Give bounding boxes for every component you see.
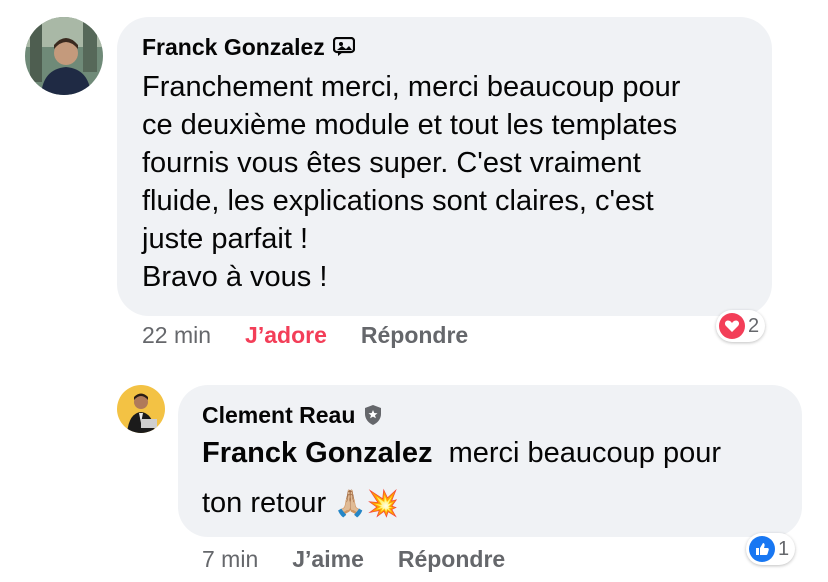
heart-icon bbox=[719, 313, 745, 339]
avatar-clement[interactable] bbox=[117, 385, 165, 433]
reply-author-row: Clement Reau bbox=[202, 401, 780, 429]
avatar-franck-photo bbox=[25, 17, 103, 95]
comment-author-name[interactable]: Franck Gonzalez bbox=[142, 33, 325, 61]
like-button[interactable]: J’aime bbox=[292, 546, 364, 573]
reply-time[interactable]: 7 min bbox=[202, 546, 258, 573]
reply-text-line2: ton retour 🙏🏼💥 bbox=[202, 484, 780, 522]
reply-text-line1: Franck Gonzalez merci beaucoup pour bbox=[202, 434, 780, 472]
comment-author-row: Franck Gonzalez bbox=[142, 33, 748, 61]
comment-actions: 22 min J’adore Répondre bbox=[142, 322, 468, 349]
reply-emojis: 🙏🏼💥 bbox=[334, 488, 399, 518]
comment-reactions[interactable]: 2 bbox=[716, 310, 766, 342]
reply-text-b: ton retour bbox=[202, 487, 327, 519]
reply-actions: 7 min J’aime Répondre bbox=[202, 546, 505, 573]
reply-bubble: Clement Reau Franck Gonzalez merci beauc… bbox=[178, 385, 802, 537]
reply-mention[interactable]: Franck Gonzalez bbox=[202, 437, 432, 469]
like-icon bbox=[749, 536, 775, 562]
avatar-clement-photo bbox=[117, 385, 165, 433]
avatar-franck[interactable] bbox=[25, 17, 103, 95]
comment-reaction-count: 2 bbox=[748, 314, 760, 337]
comment-text: Franchement merci, merci beaucoup pour c… bbox=[142, 71, 681, 293]
sticker-icon bbox=[332, 37, 355, 56]
reply-author-name[interactable]: Clement Reau bbox=[202, 401, 355, 429]
admin-shield-icon bbox=[365, 405, 382, 425]
reply-reply-button[interactable]: Répondre bbox=[398, 546, 505, 573]
reply-reaction-count: 1 bbox=[778, 537, 790, 560]
love-reaction-button[interactable]: J’adore bbox=[245, 322, 327, 349]
reply-button[interactable]: Répondre bbox=[361, 322, 468, 349]
reply-reactions[interactable]: 1 bbox=[746, 533, 796, 565]
reply-text-a: merci beaucoup pour bbox=[448, 437, 722, 469]
comment-time[interactable]: 22 min bbox=[142, 322, 211, 349]
comment-bubble: Franck Gonzalez Franchement merci, merci… bbox=[117, 17, 772, 316]
